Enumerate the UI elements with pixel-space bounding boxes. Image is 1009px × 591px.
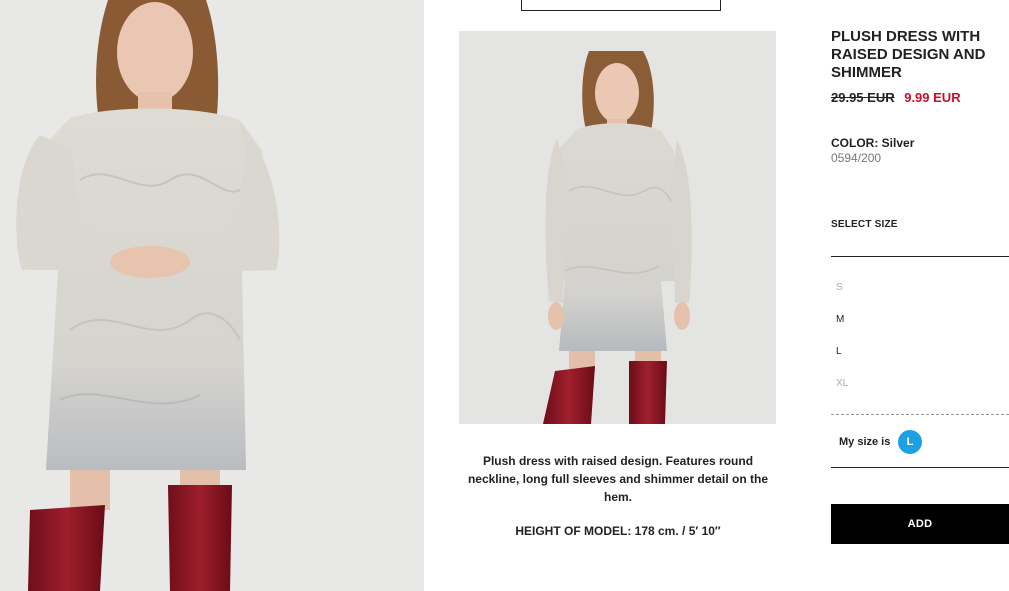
product-reference: 0594/200 — [831, 151, 882, 165]
color-row: COLOR: Silver — [831, 136, 914, 150]
color-value: Silver — [881, 136, 915, 150]
thumbnail-photo — [459, 31, 776, 424]
old-price: 29.95 EUR — [831, 90, 895, 105]
size-option-xl[interactable]: XL — [836, 378, 848, 389]
product-title: PLUSH DRESS WITH RAISED DESIGN AND SHIMM… — [831, 28, 986, 81]
size-divider-top — [831, 256, 1009, 257]
product-hero-image[interactable] — [0, 0, 424, 591]
add-to-cart-button[interactable]: ADD — [831, 504, 1009, 544]
top-outline-box — [521, 0, 721, 11]
sale-price: 9.99 EUR — [904, 90, 961, 105]
size-divider-bottom — [831, 467, 1009, 468]
select-size-label: SELECT SIZE — [831, 219, 898, 230]
size-divider-dashed — [831, 414, 1009, 415]
product-description: Plush dress with raised design. Features… — [467, 454, 769, 504]
my-size-label: My size is — [839, 436, 891, 448]
hero-photo — [0, 0, 424, 591]
size-option-s[interactable]: S — [836, 282, 843, 293]
product-thumbnail-image[interactable] — [459, 31, 776, 424]
price-row: 29.95 EUR 9.99 EUR — [831, 90, 961, 105]
size-option-m[interactable]: M — [836, 314, 844, 325]
color-label: COLOR: — [831, 136, 879, 150]
my-size-badge[interactable]: L — [898, 430, 922, 454]
model-height: HEIGHT OF MODEL: 178 cm. / 5′ 10″ — [515, 524, 721, 538]
size-option-l[interactable]: L — [836, 346, 842, 357]
